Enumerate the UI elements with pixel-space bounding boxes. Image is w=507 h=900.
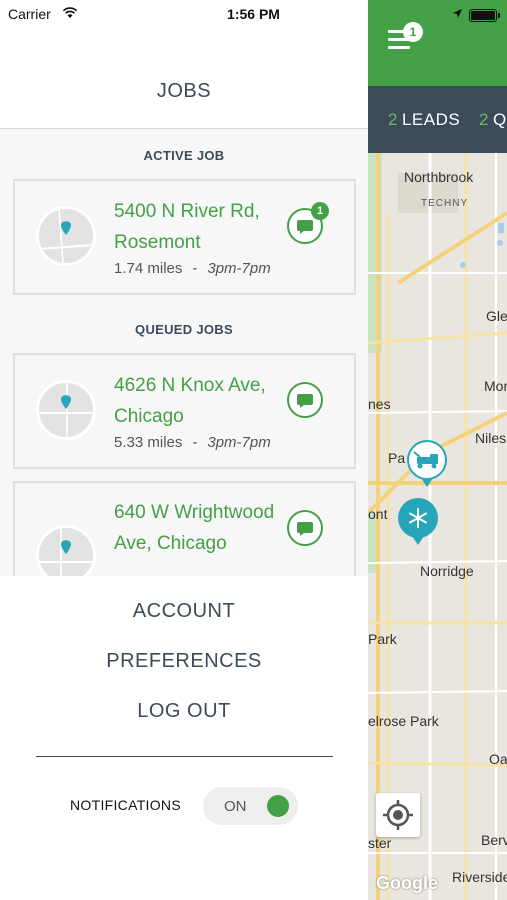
map-label-ont: ont	[368, 506, 388, 522]
job-address: 5400 N River Rd, Rosemont	[114, 201, 260, 253]
menu-divider	[36, 756, 333, 757]
menu-account[interactable]: ACCOUNT	[0, 600, 368, 623]
menu-logout[interactable]: LOG OUT	[0, 700, 368, 723]
job-distance: 1.74 miles	[114, 260, 183, 277]
map-label-berv: Berv	[481, 832, 507, 848]
app-screen: 1 2 LEADS 2Q Northbrook TECHNY Gle Mor n…	[0, 0, 507, 900]
queued-label: Q	[492, 110, 507, 129]
map-label-riverside: Riverside	[452, 869, 507, 885]
battery-icon	[469, 8, 500, 22]
status-icons	[452, 6, 500, 24]
chat-button[interactable]: 1	[287, 202, 329, 244]
job-card-queued[interactable]: 640 W Wrightwood Ave, Chicago	[13, 481, 356, 576]
jobs-list[interactable]: ACTIVE JOB 5400 N River Rd, Rosemont 1.7…	[0, 128, 368, 576]
job-meta: 5.33 miles -3pm-7pm	[114, 434, 271, 451]
job-separator: -	[192, 260, 198, 277]
job-time-window: 3pm-7pm	[207, 260, 271, 277]
leads-label: LEADS	[401, 110, 461, 129]
job-card-queued[interactable]: 4626 N Knox Ave, Chicago 5.33 miles -3pm-…	[13, 353, 356, 469]
tow-truck-pin[interactable]	[406, 440, 448, 488]
tab-queued[interactable]: 2Q	[479, 110, 507, 130]
map-label-pa: Pa	[388, 450, 406, 466]
chat-unread-badge: 1	[311, 202, 329, 220]
leads-tab-bar: 2 LEADS 2Q	[368, 86, 507, 153]
map-label-mor: Mor	[484, 378, 507, 394]
map-label-niles: Niles	[475, 430, 507, 446]
notifications-toggle[interactable]: ON	[203, 787, 298, 825]
map-label-melrose-park: elrose Park	[368, 713, 439, 729]
location-arrow-icon	[452, 6, 463, 24]
status-bar: Carrier 1:56 PM	[0, 0, 507, 28]
job-time-window: 3pm-7pm	[207, 434, 271, 451]
chat-button[interactable]	[287, 382, 323, 418]
toggle-state-label: ON	[224, 798, 247, 815]
job-card-active[interactable]: 5400 N River Rd, Rosemont 1.74 miles -3pm…	[13, 179, 356, 295]
map-label-oa: Oa	[489, 751, 507, 767]
queued-count: 2	[479, 110, 489, 129]
jobs-title: JOBS	[156, 80, 212, 102]
map-view[interactable]: Northbrook TECHNY Gle Mor nes Niles Pa o…	[368, 153, 507, 900]
job-address: 4626 N Knox Ave, Chicago	[114, 375, 266, 427]
map-label-gle: Gle	[486, 308, 507, 324]
active-job-heading: ACTIVE JOB	[143, 148, 225, 163]
chat-bubble-icon	[297, 522, 313, 536]
chat-bubble-icon	[297, 394, 313, 408]
leads-count: 2	[388, 110, 398, 129]
menu-preferences[interactable]: PREFERENCES	[0, 650, 368, 673]
toggle-knob	[267, 795, 289, 817]
job-distance: 5.33 miles	[114, 434, 183, 451]
job-separator: -	[192, 434, 198, 451]
map-label-techny: TECHNY	[421, 198, 469, 209]
map-label-ster: ster	[368, 835, 392, 851]
map-label-norridge: Norridge	[420, 563, 474, 579]
tab-leads[interactable]: 2 LEADS	[388, 110, 460, 130]
clock: 1:56 PM	[227, 6, 280, 22]
crosshair-icon	[383, 800, 413, 830]
job-address: 640 W Wrightwood Ave, Chicago	[114, 502, 275, 554]
map-label-park: Park	[368, 631, 397, 647]
chat-button[interactable]	[287, 510, 323, 546]
job-map-thumbnail	[36, 380, 96, 440]
map-label-northbrook: Northbrook	[404, 169, 474, 185]
job-map-thumbnail	[36, 206, 96, 266]
my-location-button[interactable]	[376, 793, 420, 837]
job-meta: 1.74 miles -3pm-7pm	[114, 260, 271, 277]
job-map-thumbnail	[36, 525, 96, 576]
side-drawer: JOBS ACTIVE JOB 5400 N River Rd, Rosemon…	[0, 0, 368, 900]
google-logo: Google	[376, 873, 438, 893]
map-label-nes: nes	[368, 396, 391, 412]
notifications-label: NOTIFICATIONS	[70, 797, 181, 813]
snowflake-pin[interactable]	[397, 498, 439, 546]
queued-jobs-heading: QUEUED JOBS	[135, 322, 233, 337]
map-pane[interactable]: 1 2 LEADS 2Q Northbrook TECHNY Gle Mor n…	[368, 0, 507, 900]
